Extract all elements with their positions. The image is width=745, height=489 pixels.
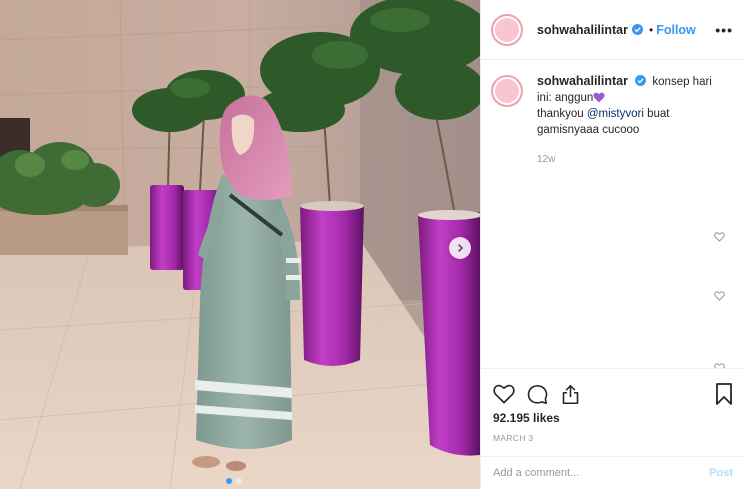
post-header: sohwahalilintar • Follow ••• (481, 0, 745, 60)
comment-input[interactable] (493, 467, 710, 479)
post-date[interactable]: MARCH 3 (481, 425, 745, 443)
add-comment-bar: Post (481, 456, 745, 489)
likes-count[interactable]: 92.195 likes (481, 409, 745, 425)
share-icon (562, 384, 579, 404)
mention-link[interactable]: @mistyvori (587, 108, 644, 120)
post-side-panel: sohwahalilintar • Follow ••• sohwahalili… (480, 0, 745, 489)
photo-scene (0, 0, 480, 489)
purple-heart-icon (593, 92, 605, 103)
like-button[interactable] (493, 384, 515, 404)
heart-outline-icon (493, 384, 515, 404)
caption-text: sohwahalilintar konsep hari ini: anggun … (537, 73, 727, 168)
comment-button[interactable] (527, 384, 548, 405)
avatar[interactable] (491, 13, 523, 46)
verified-badge-icon (632, 24, 643, 35)
save-button[interactable] (715, 383, 733, 405)
caption-time-ago: 12w (537, 154, 556, 165)
heart-outline-icon[interactable] (714, 232, 725, 242)
next-slide-button[interactable] (449, 237, 471, 259)
post-photo[interactable] (0, 0, 480, 489)
more-options-button[interactable]: ••• (715, 22, 733, 38)
verified-badge-icon (635, 75, 647, 86)
heart-outline-icon[interactable] (714, 291, 725, 301)
post-comment-button[interactable]: Post (709, 467, 733, 479)
bookmark-icon (716, 383, 732, 405)
comments-section[interactable]: sohwahalilintar konsep hari ini: anggun … (481, 61, 745, 368)
chevron-right-icon (457, 243, 464, 253)
caption-avatar[interactable] (491, 75, 523, 107)
post-actions: 92.195 likes MARCH 3 (481, 368, 745, 448)
carousel-dot-1 (226, 478, 232, 484)
header-separator: • (649, 22, 654, 37)
share-button[interactable] (560, 384, 581, 405)
comment-bubble-icon (527, 384, 548, 404)
caption-username[interactable]: sohwahalilintar (537, 74, 628, 88)
header-username[interactable]: sohwahalilintar (537, 23, 628, 37)
caption: sohwahalilintar konsep hari ini: anggun … (481, 61, 745, 168)
action-bar (481, 369, 745, 409)
follow-button[interactable]: Follow (656, 23, 696, 37)
caption-line2-prefix: thankyou (537, 108, 587, 120)
carousel-indicator (226, 478, 242, 484)
carousel-dot-2 (236, 478, 242, 484)
